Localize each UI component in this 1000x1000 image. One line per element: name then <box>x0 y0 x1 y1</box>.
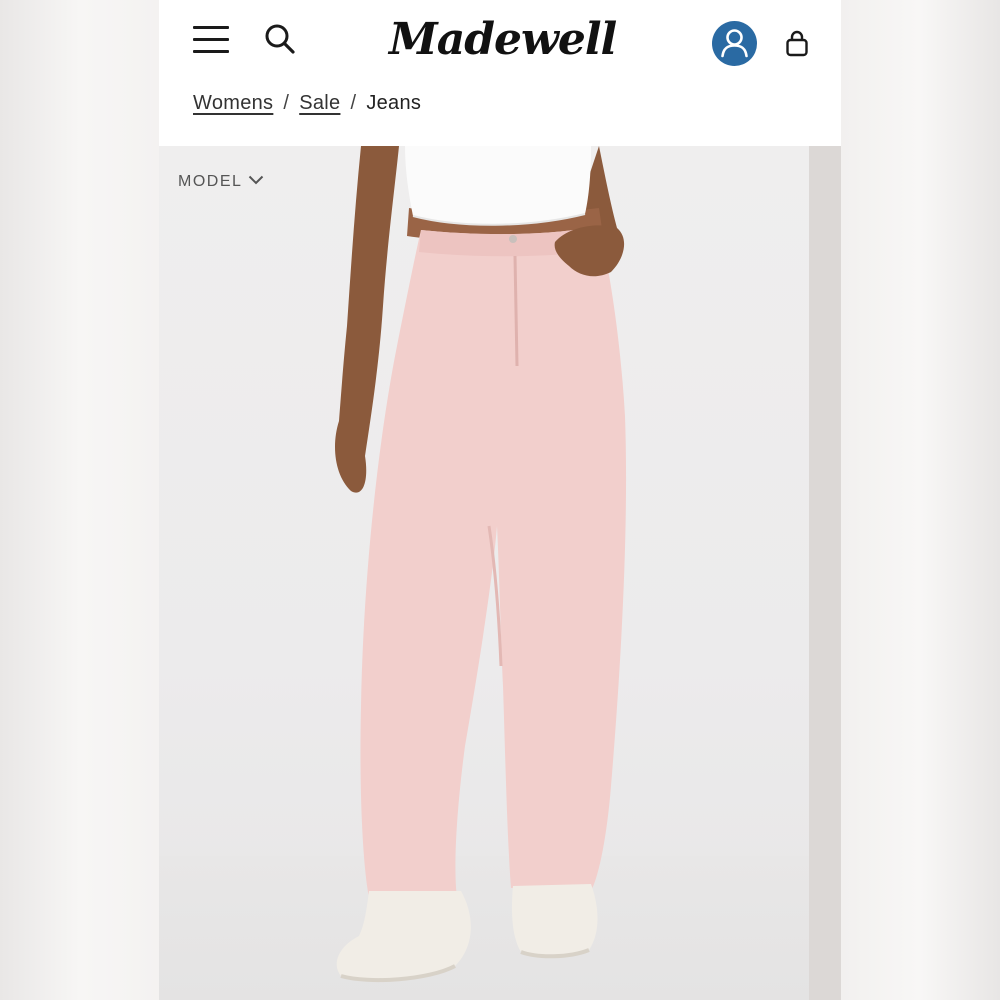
chevron-down-icon <box>248 173 264 191</box>
shopping-bag-icon[interactable] <box>784 30 810 58</box>
site-header: Madewell Womens / Sale / Jeans <box>159 0 841 146</box>
breadcrumb-sale[interactable]: Sale <box>299 92 340 114</box>
page-frame: Madewell Womens / Sale / Jeans MODEL <box>159 0 841 1000</box>
search-icon[interactable] <box>263 22 297 56</box>
model-toggle-label: MODEL <box>178 173 243 191</box>
user-account-icon[interactable] <box>712 21 757 66</box>
hamburger-menu-icon[interactable] <box>193 26 229 54</box>
brand-name: Madewell <box>389 14 617 65</box>
breadcrumb-womens[interactable]: Womens <box>193 92 273 114</box>
breadcrumb-current-jeans: Jeans <box>366 92 422 114</box>
brand-logo[interactable]: Madewell <box>389 10 617 70</box>
model-wearing-pink-jeans <box>335 146 627 983</box>
model-dropdown-toggle[interactable]: MODEL <box>178 173 264 191</box>
breadcrumb-separator: / <box>283 92 290 114</box>
breadcrumb: Womens / Sale / Jeans <box>193 92 421 120</box>
product-hero-image[interactable]: MODEL <box>159 146 841 1000</box>
breadcrumb-separator: / <box>350 92 357 114</box>
